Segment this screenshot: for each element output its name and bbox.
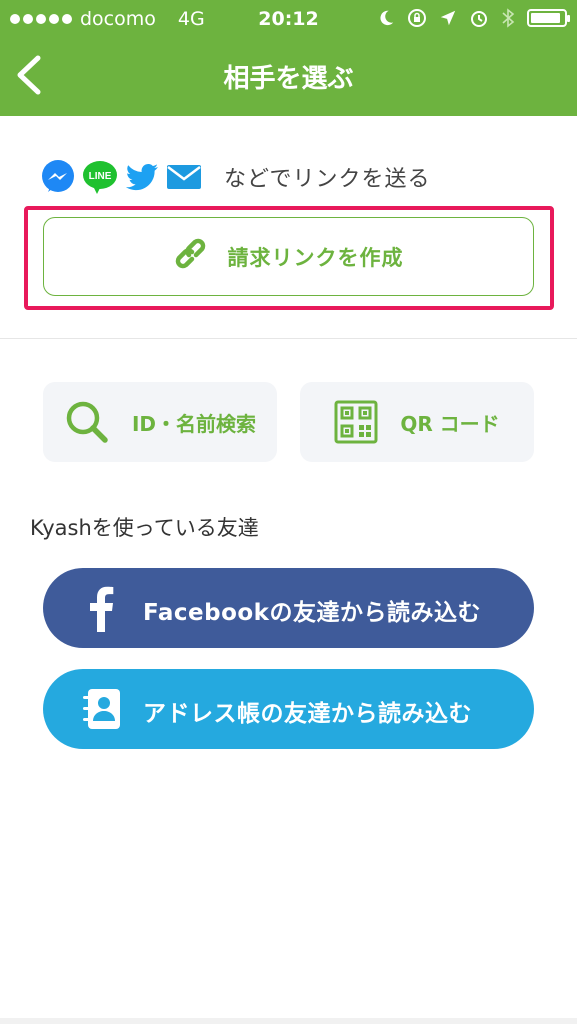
- import-address-book-button[interactable]: アドレス帳の友達から読み込む: [43, 669, 534, 749]
- create-request-link-button[interactable]: 請求リンクを作成: [43, 217, 534, 296]
- create-link-label: 請求リンクを作成: [227, 245, 404, 270]
- id-name-search-label: ID・名前検索: [131, 411, 257, 436]
- battery-icon: [527, 9, 570, 27]
- qr-code-icon: [334, 400, 378, 444]
- page-title: 相手を選ぶ: [223, 64, 354, 94]
- friends-section-title: Kyashを使っている友達: [30, 516, 259, 540]
- bluetooth-icon: [502, 8, 515, 28]
- section-divider: [0, 338, 577, 339]
- import-facebook-label: Facebookの友達から読み込む: [143, 600, 481, 626]
- address-book-icon: [83, 689, 120, 729]
- import-facebook-friends-button[interactable]: Facebookの友達から読み込む: [43, 568, 534, 648]
- import-address-book-label: アドレス帳の友達から読み込む: [143, 701, 472, 727]
- twitter-icon: [126, 163, 158, 191]
- link-icon: [175, 238, 205, 268]
- rotation-lock-icon: [408, 9, 426, 27]
- line-icon: LINE: [83, 161, 117, 194]
- mail-icon: [167, 165, 201, 189]
- svg-text:LINE: LINE: [89, 171, 112, 182]
- share-description: などでリンクを送る: [224, 167, 431, 192]
- status-bar: docomo 4G 20:12: [0, 0, 577, 40]
- id-name-search-button[interactable]: ID・名前検索: [43, 382, 277, 462]
- qr-code-label: QR コード: [400, 411, 500, 436]
- alarm-icon: [471, 11, 487, 27]
- share-apps-row: LINE などでリンクを送る: [40, 155, 431, 199]
- messenger-icon: [42, 160, 74, 192]
- facebook-icon: [90, 586, 114, 632]
- moon-icon: [380, 10, 394, 26]
- bottom-edge: [0, 1018, 577, 1024]
- qr-code-button[interactable]: QR コード: [300, 382, 534, 462]
- location-icon: [440, 10, 456, 26]
- search-icon: [66, 401, 108, 443]
- top-bar: docomo 4G 20:12 相手を選ぶ: [0, 0, 577, 116]
